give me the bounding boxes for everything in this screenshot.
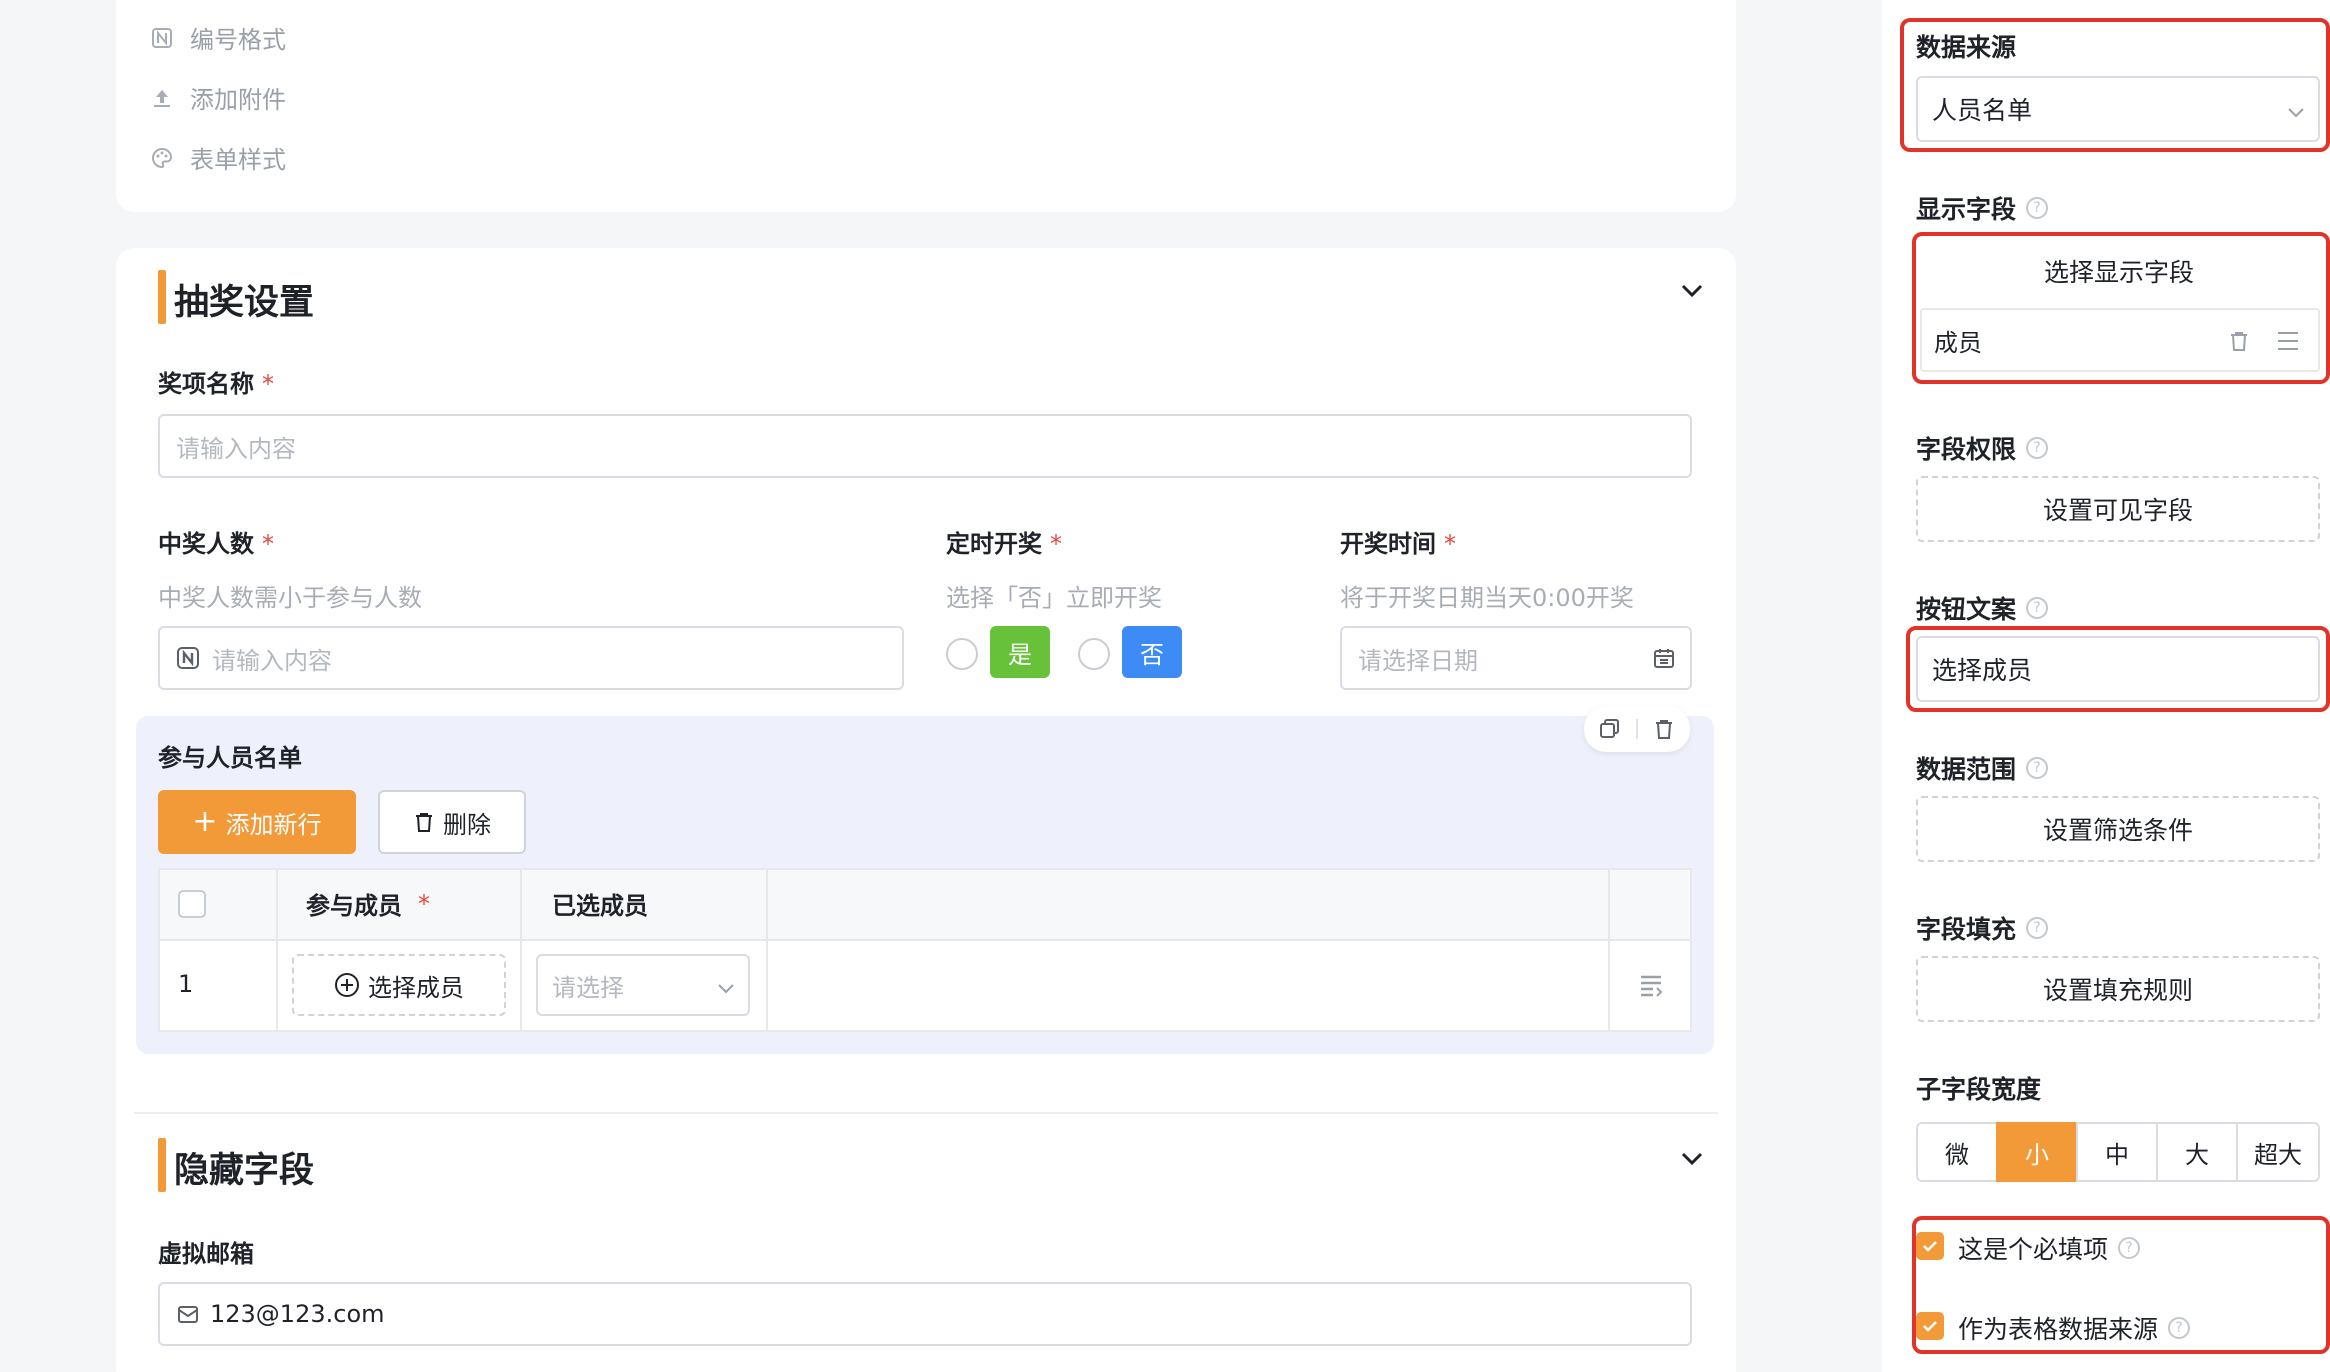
menu-item-label: 表单样式 bbox=[190, 146, 286, 174]
data-source-label: 数据来源 bbox=[1916, 33, 2017, 62]
trash-icon[interactable] bbox=[1653, 718, 1675, 740]
chevron-down-icon bbox=[2288, 108, 2304, 118]
palette-icon bbox=[150, 146, 174, 170]
upload-icon bbox=[150, 86, 174, 110]
help-icon[interactable]: ? bbox=[2026, 757, 2049, 779]
winner-count-hint: 中奖人数需小于参与人数 bbox=[158, 584, 422, 612]
section-accent-bar bbox=[158, 1138, 166, 1192]
timed-draw-label: 定时开奖 * bbox=[946, 530, 1062, 558]
draw-time-label: 开奖时间 * bbox=[1340, 530, 1456, 558]
virtual-email-label: 虚拟邮箱 bbox=[158, 1240, 254, 1268]
trash-icon bbox=[416, 813, 432, 832]
table-source-checkbox-label: 作为表格数据来源? bbox=[1958, 1310, 2191, 1346]
radio-no[interactable] bbox=[1078, 638, 1110, 670]
width-option-xlarge[interactable]: 超大 bbox=[2236, 1122, 2320, 1182]
menu-item-add-attachment[interactable]: 添加附件 bbox=[150, 80, 286, 115]
field-fill-label: 字段填充? bbox=[1916, 910, 2049, 946]
number-format-icon bbox=[150, 26, 174, 50]
button-text-input[interactable]: 选择成员 bbox=[1916, 636, 2320, 702]
help-icon[interactable]: ? bbox=[2026, 197, 2049, 219]
section-accent-bar bbox=[158, 270, 166, 324]
subtable-toolbar bbox=[1584, 706, 1690, 752]
column-header-selected: 已选成员 bbox=[552, 892, 648, 920]
width-option-large[interactable]: 大 bbox=[2156, 1122, 2238, 1182]
set-visible-fields-button[interactable]: 设置可见字段 bbox=[1916, 476, 2320, 542]
choose-display-field-button[interactable]: 选择显示字段 bbox=[1918, 240, 2320, 302]
table-source-checkbox[interactable] bbox=[1916, 1312, 1944, 1340]
help-icon[interactable]: ? bbox=[2118, 1237, 2141, 1259]
section-title-lottery: 抽奖设置 bbox=[174, 283, 315, 323]
winner-count-input[interactable]: 请输入内容 bbox=[158, 626, 904, 690]
help-icon[interactable]: ? bbox=[2026, 917, 2049, 939]
top-menu-card bbox=[116, 0, 1736, 212]
chevron-down-icon[interactable] bbox=[1678, 1144, 1706, 1172]
prize-name-label: 奖项名称 * bbox=[158, 370, 274, 398]
add-row-button[interactable]: + 添加新行 bbox=[158, 790, 356, 854]
plus-circle-icon bbox=[335, 973, 359, 997]
plus-icon: + bbox=[192, 804, 218, 839]
display-field-item: 成员 bbox=[1920, 308, 2320, 372]
column-header-participant: 参与成员 * bbox=[306, 889, 430, 921]
table-col-divider bbox=[766, 870, 768, 1030]
section-separator bbox=[134, 1112, 1718, 1114]
required-checkbox[interactable] bbox=[1916, 1232, 1944, 1260]
menu-item-number-format[interactable]: 编号格式 bbox=[150, 20, 286, 55]
drag-handle-icon[interactable] bbox=[2276, 330, 2300, 352]
option-yes-tag[interactable]: 是 bbox=[990, 626, 1050, 678]
data-source-select[interactable]: 人员名单 bbox=[1916, 76, 2320, 142]
menu-item-form-style[interactable]: 表单样式 bbox=[150, 140, 286, 175]
mail-icon bbox=[178, 1306, 198, 1323]
selected-members-select[interactable]: 请选择 bbox=[536, 954, 750, 1016]
set-fill-rule-button[interactable]: 设置填充规则 bbox=[1916, 956, 2320, 1022]
calendar-icon bbox=[1654, 649, 1674, 668]
select-all-checkbox[interactable] bbox=[178, 890, 206, 918]
table-col-divider bbox=[520, 870, 522, 1030]
prize-name-input[interactable]: 请输入内容 bbox=[158, 414, 1692, 478]
select-member-button[interactable]: 选择成员 bbox=[292, 954, 506, 1016]
trash-icon[interactable] bbox=[2228, 330, 2250, 352]
row-index: 1 bbox=[178, 970, 194, 998]
button-text-label: 按钮文案? bbox=[1916, 590, 2049, 626]
field-permission-label: 字段权限? bbox=[1916, 430, 2049, 466]
check-icon bbox=[1923, 1321, 1937, 1332]
display-field-label: 显示字段? bbox=[1916, 190, 2049, 226]
width-option-micro[interactable]: 微 bbox=[1916, 1122, 1998, 1182]
menu-item-label: 编号格式 bbox=[190, 26, 286, 54]
chevron-down-icon[interactable] bbox=[1678, 276, 1706, 304]
help-icon[interactable]: ? bbox=[2026, 597, 2049, 619]
width-option-medium[interactable]: 中 bbox=[2076, 1122, 2158, 1182]
chevron-down-icon bbox=[718, 984, 734, 994]
draw-time-date-picker[interactable]: 请选择日期 bbox=[1340, 626, 1692, 690]
draw-time-hint: 将于开奖日期当天0:00开奖 bbox=[1340, 584, 1634, 612]
data-range-label: 数据范围? bbox=[1916, 750, 2049, 786]
participants-title: 参与人员名单 bbox=[158, 744, 302, 772]
radio-yes[interactable] bbox=[946, 638, 978, 670]
copy-icon[interactable] bbox=[1599, 718, 1621, 740]
table-col-divider bbox=[276, 870, 278, 1030]
help-icon[interactable]: ? bbox=[2168, 1317, 2191, 1339]
width-option-small[interactable]: 小 bbox=[1996, 1122, 2078, 1182]
winner-count-label: 中奖人数 * bbox=[158, 530, 274, 558]
row-detail-icon[interactable] bbox=[1638, 972, 1664, 998]
number-icon bbox=[176, 646, 200, 670]
menu-item-label: 添加附件 bbox=[190, 86, 286, 114]
subfield-width-label: 子字段宽度 bbox=[1916, 1075, 2042, 1104]
option-no-tag[interactable]: 否 bbox=[1122, 626, 1182, 678]
set-filter-button[interactable]: 设置筛选条件 bbox=[1916, 796, 2320, 862]
help-icon[interactable]: ? bbox=[2026, 437, 2049, 459]
timed-draw-hint: 选择「否」立即开奖 bbox=[946, 584, 1162, 612]
required-checkbox-label: 这是个必填项? bbox=[1958, 1230, 2141, 1266]
virtual-email-input[interactable]: 123@123.com bbox=[158, 1282, 1692, 1346]
section-title-hidden-fields: 隐藏字段 bbox=[174, 1151, 315, 1191]
table-col-divider bbox=[1608, 870, 1610, 1030]
check-icon bbox=[1923, 1241, 1937, 1252]
table-divider bbox=[160, 939, 1690, 941]
delete-rows-button[interactable]: 删除 bbox=[378, 790, 526, 854]
